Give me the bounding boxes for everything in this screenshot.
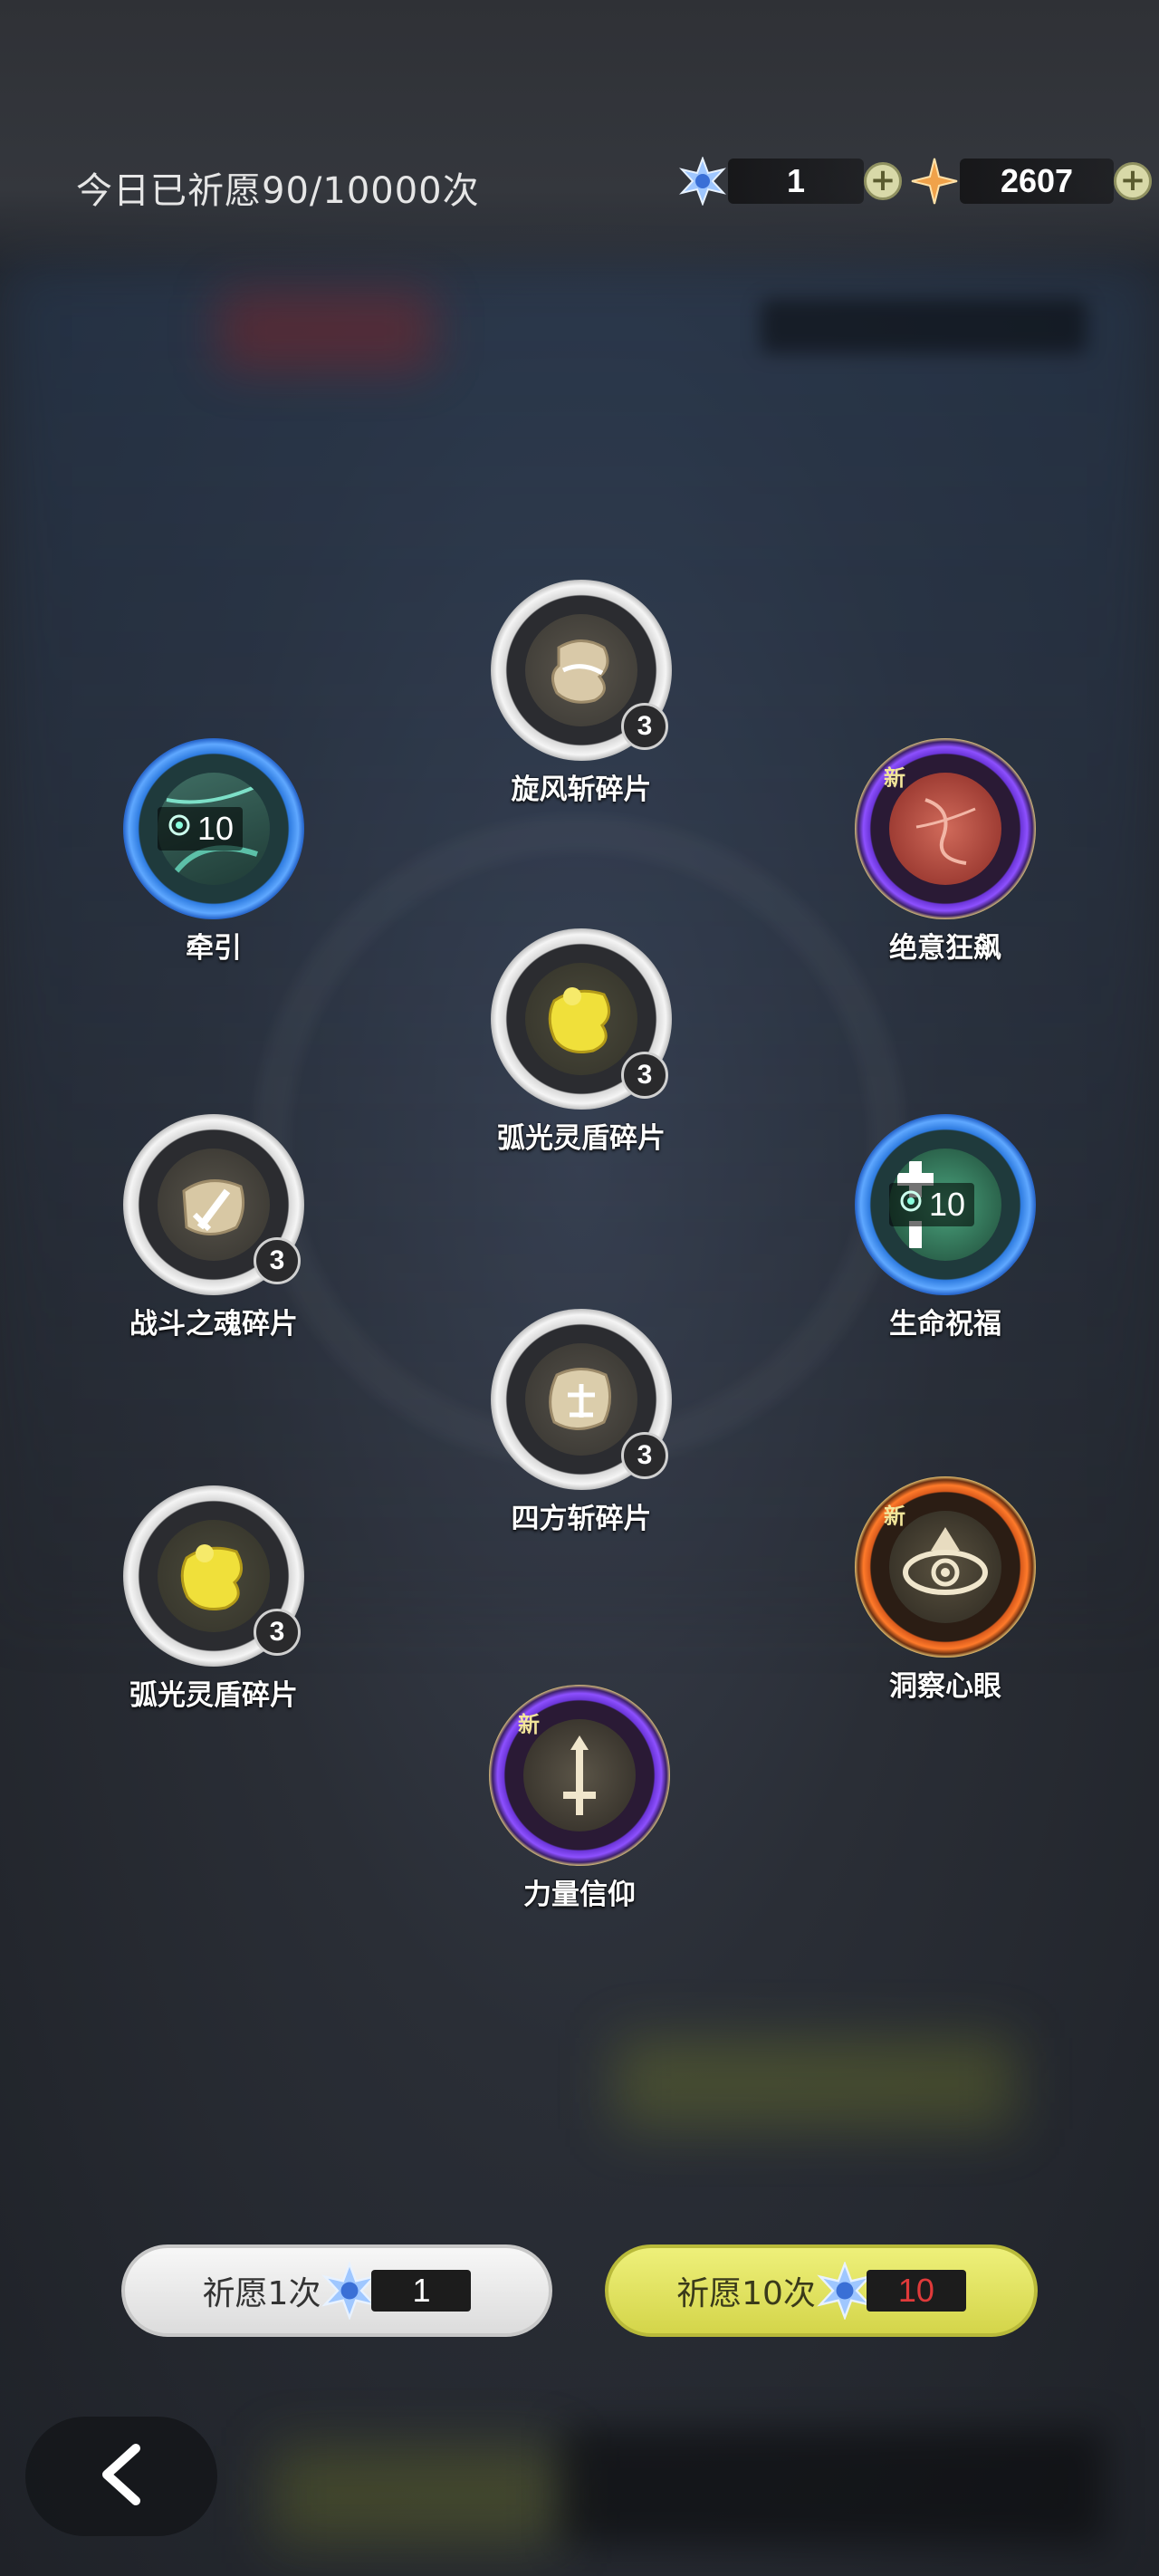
back-button[interactable]	[25, 2417, 217, 2536]
reward-item-huguang-left[interactable]: 3 弧光灵盾碎片	[123, 1485, 304, 1713]
item-label: 力量信仰	[523, 1879, 636, 1911]
item-frame: 新	[855, 738, 1036, 919]
wish-once-cost: 1	[371, 2270, 472, 2312]
reward-item-shengming[interactable]: 10 生命祝福	[855, 1114, 1036, 1341]
item-label: 绝意狂飙	[889, 932, 1001, 965]
item-frame: 10	[123, 738, 304, 919]
add-star-button[interactable]: +	[1114, 162, 1152, 200]
item-count-badge: 3	[621, 1052, 668, 1099]
add-crystal-button[interactable]: +	[864, 162, 902, 200]
reward-item-jueyi[interactable]: 新 绝意狂飙	[855, 738, 1036, 966]
item-frame: 新	[855, 1476, 1036, 1658]
item-frame: 3	[491, 1309, 672, 1490]
reward-item-sifang[interactable]: 3 四方斩碎片	[491, 1309, 672, 1536]
item-frame: 新	[489, 1685, 670, 1866]
wish-ten-cost: 10	[866, 2270, 966, 2312]
item-label: 牵引	[186, 932, 242, 965]
crystal-currency: 1 +	[677, 156, 902, 207]
wish-ten-label: 祈愿10次	[676, 2275, 816, 2312]
item-count-badge: 3	[254, 1237, 301, 1284]
blue-crystal-icon	[677, 156, 728, 207]
reward-item-liliang[interactable]: 新 力量信仰	[489, 1685, 670, 1912]
wish-once-button[interactable]: 祈愿1次 1	[121, 2244, 552, 2337]
item-label: 弧光灵盾碎片	[497, 1122, 666, 1155]
background-blur	[616, 2038, 1014, 2129]
orange-star-icon	[909, 156, 960, 207]
item-frame: 3	[491, 580, 672, 761]
item-label: 弧光灵盾碎片	[129, 1679, 298, 1712]
item-label: 洞察心眼	[889, 1670, 1001, 1703]
crystal-amount: 1	[728, 159, 864, 204]
reward-item-xuanfeng[interactable]: 3 旋风斩碎片	[491, 580, 672, 807]
reward-item-dongcha[interactable]: 新 洞察心眼	[855, 1476, 1036, 1704]
item-label: 生命祝福	[889, 1308, 1001, 1341]
beige-fragment-icon	[525, 614, 637, 726]
item-frame: 10	[855, 1114, 1036, 1295]
reward-item-huguang-center[interactable]: 3 弧光灵盾碎片	[491, 928, 672, 1156]
sword-up-icon	[523, 1719, 636, 1831]
yellow-fragment-icon	[158, 1520, 270, 1632]
reward-item-qianyin[interactable]: 10 牵引	[123, 738, 304, 966]
background-blur	[217, 290, 435, 371]
star-currency: 2607 +	[909, 156, 1152, 207]
item-frame: 3	[123, 1485, 304, 1667]
item-label: 战斗之魂碎片	[129, 1308, 298, 1341]
blue-crystal-icon	[321, 2262, 378, 2320]
item-quantity-value: 10	[197, 810, 235, 847]
eye-icon	[889, 1511, 1001, 1623]
wish-once-label: 祈愿1次	[202, 2275, 321, 2312]
item-quantity: 10	[889, 1183, 975, 1226]
new-badge: 新	[884, 1504, 905, 1529]
item-label: 旋风斩碎片	[511, 774, 652, 806]
item-label: 四方斩碎片	[511, 1503, 652, 1535]
new-badge: 新	[884, 765, 905, 791]
background-blur	[761, 299, 1087, 353]
sword-fragment-icon	[158, 1149, 270, 1261]
item-frame: 3	[123, 1114, 304, 1295]
beige-fragment-icon	[525, 1343, 637, 1456]
item-quantity: 10	[158, 807, 244, 851]
background-blur	[272, 2446, 561, 2545]
new-badge: 新	[518, 1712, 540, 1737]
item-quantity-value: 10	[929, 1186, 966, 1223]
reward-item-zhandou[interactable]: 3 战斗之魂碎片	[123, 1114, 304, 1341]
green-clover-icon	[896, 1186, 925, 1224]
background-blur	[561, 2427, 1105, 2545]
item-count-badge: 3	[621, 703, 668, 750]
header-background	[0, 0, 1159, 272]
chevron-left-icon	[96, 2443, 147, 2510]
wish-ten-button[interactable]: 祈愿10次 10	[605, 2244, 1038, 2337]
star-amount: 2607	[960, 159, 1114, 204]
daily-wish-count: 今日已祈愿90/10000次	[76, 170, 480, 212]
red-orb-icon	[889, 773, 1001, 885]
item-frame: 3	[491, 928, 672, 1110]
yellow-fragment-icon	[525, 963, 637, 1075]
item-count-badge: 3	[621, 1432, 668, 1479]
green-clover-icon	[165, 810, 194, 848]
item-count-badge: 3	[254, 1609, 301, 1656]
blue-crystal-icon	[816, 2262, 874, 2320]
